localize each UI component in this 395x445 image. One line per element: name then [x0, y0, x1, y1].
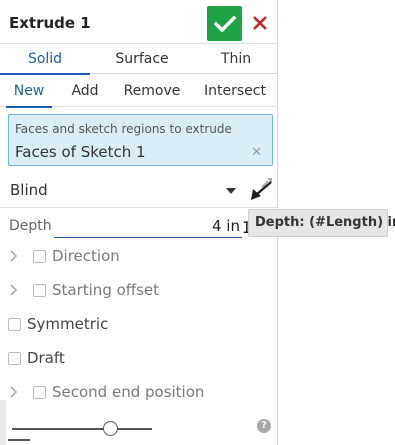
second-end-position-checkbox[interactable]: [33, 386, 46, 399]
checkmark-icon: [213, 15, 236, 32]
chevron-right-icon[interactable]: [7, 249, 21, 263]
operation-tabs: New Add Remove Intersect: [0, 75, 277, 108]
panel-edge: [0, 400, 6, 445]
tab-surface[interactable]: Surface: [96, 44, 188, 74]
option-symmetric[interactable]: Symmetric: [0, 311, 277, 339]
option-direction[interactable]: Direction: [0, 243, 277, 271]
draft-label: Draft: [27, 349, 65, 367]
feature-title[interactable]: Extrude 1: [9, 14, 91, 32]
selection-field[interactable]: Faces and sketch regions to extrude Face…: [8, 114, 273, 166]
chevron-right-icon[interactable]: [7, 385, 21, 399]
slider-handle[interactable]: [102, 421, 118, 436]
accept-button[interactable]: [207, 6, 242, 41]
depth-input[interactable]: [54, 214, 242, 238]
symmetric-checkbox[interactable]: [8, 318, 21, 331]
chevron-down-icon: [226, 188, 236, 194]
clear-selection-icon[interactable]: ✕: [251, 145, 262, 160]
option-starting-offset[interactable]: Starting offset: [0, 277, 277, 305]
symmetric-label: Symmetric: [27, 315, 109, 333]
end-type-value: Blind: [10, 181, 48, 199]
tab-intersect[interactable]: Intersect: [198, 75, 272, 107]
divider: [8, 439, 30, 445]
tab-add[interactable]: Add: [64, 75, 106, 107]
end-type-dropdown[interactable]: Blind: [0, 172, 277, 208]
second-end-position-label: Second end position: [52, 383, 205, 401]
tab-thin[interactable]: Thin: [200, 44, 272, 74]
starting-offset-checkbox[interactable]: [33, 284, 46, 297]
direction-label: Direction: [52, 247, 120, 265]
direction-checkbox[interactable]: [33, 250, 46, 263]
selection-field-label: Faces and sketch regions to extrude: [15, 122, 232, 136]
option-second-end-position[interactable]: Second end position: [0, 379, 277, 407]
tab-solid[interactable]: Solid: [0, 44, 90, 75]
option-draft[interactable]: Draft: [0, 345, 277, 373]
depth-tooltip: Depth: (#Length) in: [248, 209, 395, 237]
close-icon: [253, 16, 267, 30]
help-icon[interactable]: ?: [257, 419, 271, 433]
depth-label: Depth: [9, 218, 52, 234]
slider-track[interactable]: [12, 428, 152, 430]
tab-new[interactable]: New: [6, 75, 52, 108]
extrude-feature-panel: Extrude 1 Solid Surface Thin New Add Rem…: [0, 0, 278, 445]
starting-offset-label: Starting offset: [52, 281, 160, 299]
cancel-button[interactable]: [248, 9, 272, 37]
chevron-right-icon[interactable]: [7, 283, 21, 297]
selected-entity[interactable]: Faces of Sketch 1: [15, 143, 146, 161]
body-type-tabs: Solid Surface Thin: [0, 44, 277, 75]
draft-checkbox[interactable]: [8, 352, 21, 365]
flip-direction-icon[interactable]: [247, 174, 275, 204]
tab-remove[interactable]: Remove: [118, 75, 186, 107]
panel-header: Extrude 1: [0, 0, 277, 44]
